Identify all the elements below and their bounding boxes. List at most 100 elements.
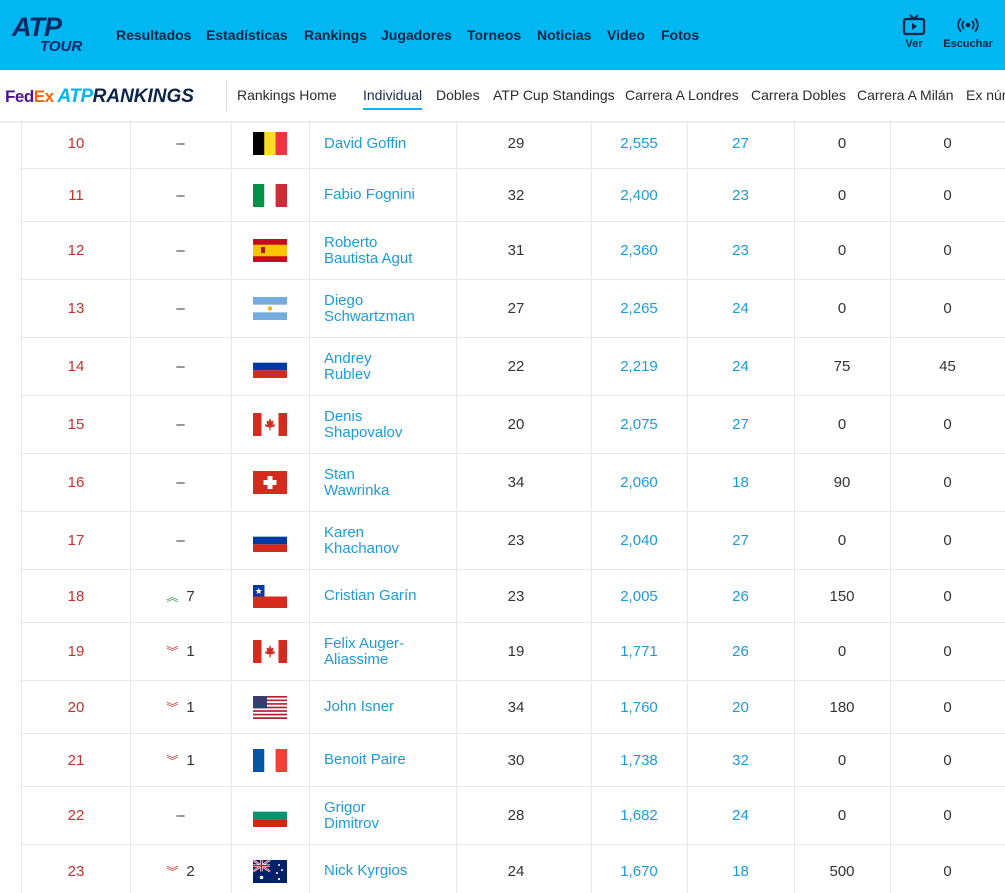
tab-individual[interactable]: Individual	[363, 87, 422, 103]
tournaments-played-link[interactable]: 23	[687, 169, 795, 221]
player-name-line2[interactable]: Aliassime	[324, 651, 404, 668]
points-link[interactable]: 2,360	[591, 222, 688, 279]
fedex-atp-rankings-logo[interactable]: FedEx ATPRANKINGS	[5, 86, 194, 108]
tournaments-played-link[interactable]: 20	[687, 681, 795, 733]
nav-photos[interactable]: Fotos	[661, 27, 699, 43]
points-dropping-cell: 500	[794, 845, 891, 893]
tab-race-doubles[interactable]: Carrera Dobles	[751, 87, 846, 103]
watch-button[interactable]: Ver	[899, 14, 929, 50]
rank-cell: 16	[22, 454, 131, 511]
tournaments-played-link[interactable]: 27	[687, 396, 795, 453]
player-name-line1[interactable]: Stan	[324, 466, 389, 483]
movement-cell: –	[130, 121, 232, 168]
player-name-line1[interactable]: Cristian Garín	[324, 588, 417, 604]
player-name-link[interactable]: Roberto Bautista Agut	[309, 222, 457, 279]
points-link[interactable]: 2,005	[591, 570, 688, 622]
tab-race-to-london[interactable]: Carrera A Londres	[625, 87, 739, 103]
age-cell: 19	[441, 623, 592, 680]
tournaments-played-link[interactable]: 27	[687, 512, 795, 569]
tab-race-to-milan[interactable]: Carrera A Milán	[857, 87, 953, 103]
player-name-line1[interactable]: David Goffin	[324, 135, 406, 152]
player-name-line2[interactable]: Bautista Agut	[324, 250, 412, 267]
table-row: 14– Andrey Rublev 22 2,219 24 75 45	[22, 338, 1005, 396]
tab-former-number-ones[interactable]: Ex núm	[966, 87, 1005, 103]
points-link[interactable]: 2,060	[591, 454, 688, 511]
player-name-line1[interactable]: Grigor	[324, 799, 379, 816]
player-name-link[interactable]: John Isner	[309, 681, 457, 733]
rank-cell: 17	[22, 512, 131, 569]
nav-rankings[interactable]: Rankings	[304, 27, 367, 43]
points-link[interactable]: 2,265	[591, 280, 688, 337]
tournaments-played-link[interactable]: 26	[687, 623, 795, 680]
player-name-line1[interactable]: Roberto	[324, 234, 412, 251]
nav-results[interactable]: Resultados	[116, 27, 191, 43]
nav-news[interactable]: Noticias	[537, 27, 591, 43]
tournaments-played-link[interactable]: 24	[687, 280, 795, 337]
player-name-line1[interactable]: Felix Auger-	[324, 635, 404, 652]
player-name-link[interactable]: Cristian Garín	[309, 570, 457, 622]
player-name-line2[interactable]: Dimitrov	[324, 815, 379, 832]
player-name-link[interactable]: Felix Auger- Aliassime	[309, 623, 457, 680]
tournaments-played-link[interactable]: 18	[687, 845, 795, 893]
player-name-line2[interactable]: Shapovalov	[324, 424, 402, 441]
player-name-line1[interactable]: Andrey	[324, 350, 372, 367]
player-name-line2[interactable]: Khachanov	[324, 540, 399, 557]
atp-tour-logo[interactable]: ATP TOUR	[12, 12, 94, 58]
points-link[interactable]: 1,670	[591, 845, 688, 893]
points-link[interactable]: 2,040	[591, 512, 688, 569]
next-best-cell: 45	[939, 358, 956, 375]
player-name-line1[interactable]: Diego	[324, 292, 415, 309]
points-link[interactable]: 1,682	[591, 787, 688, 844]
listen-label: Escuchar	[943, 38, 993, 50]
points-dropping-cell: 0	[794, 169, 891, 221]
player-name-link[interactable]: Diego Schwartzman	[309, 280, 457, 337]
age-cell: 23	[441, 570, 592, 622]
player-name-link[interactable]: Stan Wawrinka	[309, 454, 457, 511]
player-name-line1[interactable]: Benoit Paire	[324, 752, 406, 768]
player-name-line2[interactable]: Rublev	[324, 366, 372, 383]
player-name-link[interactable]: Andrey Rublev	[309, 338, 457, 395]
player-name-link[interactable]: David Goffin	[309, 121, 457, 168]
tournaments-played-link[interactable]: 23	[687, 222, 795, 279]
points-link[interactable]: 1,760	[591, 681, 688, 733]
tournaments-played-link[interactable]: 32	[687, 734, 795, 786]
nav-tournaments[interactable]: Torneos	[467, 27, 521, 43]
player-name-line1[interactable]: Karen	[324, 524, 399, 541]
tournaments-played-link[interactable]: 27	[687, 121, 795, 168]
listen-button[interactable]: Escuchar	[940, 14, 996, 50]
points-link[interactable]: 2,555	[591, 121, 688, 168]
tournaments-played-link[interactable]: 24	[687, 787, 795, 844]
watch-label: Ver	[905, 38, 923, 50]
nav-stats[interactable]: Estadísticas	[206, 27, 288, 43]
tab-atp-cup-standings[interactable]: ATP Cup Standings	[493, 87, 615, 103]
tournaments-played-link[interactable]: 26	[687, 570, 795, 622]
player-name-line1[interactable]: John Isner	[324, 699, 394, 715]
player-name-link[interactable]: Grigor Dimitrov	[309, 787, 457, 844]
player-name-line1[interactable]: Denis	[324, 408, 402, 425]
nav-players[interactable]: Jugadores	[381, 27, 452, 43]
player-name-line1[interactable]: Nick Kyrgios	[324, 863, 407, 879]
tab-rankings-home[interactable]: Rankings Home	[237, 87, 337, 103]
points-link[interactable]: 2,219	[591, 338, 688, 395]
points-link[interactable]: 2,075	[591, 396, 688, 453]
points-link[interactable]: 2,400	[591, 169, 688, 221]
country-flag-cell	[231, 512, 310, 569]
player-name-line1[interactable]: Fabio Fognini	[324, 187, 415, 203]
points-link[interactable]: 1,738	[591, 734, 688, 786]
table-row: 18 ︽ 7 Cristian Garín 23 2,005 26 150 0	[22, 570, 1005, 623]
points-link[interactable]: 1,771	[591, 623, 688, 680]
flag-rus-icon	[253, 355, 287, 378]
player-name-link[interactable]: Nick Kyrgios	[309, 845, 457, 893]
player-name-link[interactable]: Karen Khachanov	[309, 512, 457, 569]
player-name-link[interactable]: Benoit Paire	[309, 734, 457, 786]
player-name-link[interactable]: Denis Shapovalov	[309, 396, 457, 453]
player-name-line2[interactable]: Schwartzman	[324, 308, 415, 325]
player-name-line2[interactable]: Wawrinka	[324, 482, 389, 499]
tab-doubles[interactable]: Dobles	[436, 87, 480, 103]
tournaments-played-link[interactable]: 24	[687, 338, 795, 395]
tournaments-played-link[interactable]: 18	[687, 454, 795, 511]
nav-video[interactable]: Video	[607, 27, 645, 43]
rank-down-icon: ︾	[166, 864, 179, 879]
country-flag-cell	[231, 845, 310, 893]
player-name-link[interactable]: Fabio Fognini	[309, 169, 457, 221]
